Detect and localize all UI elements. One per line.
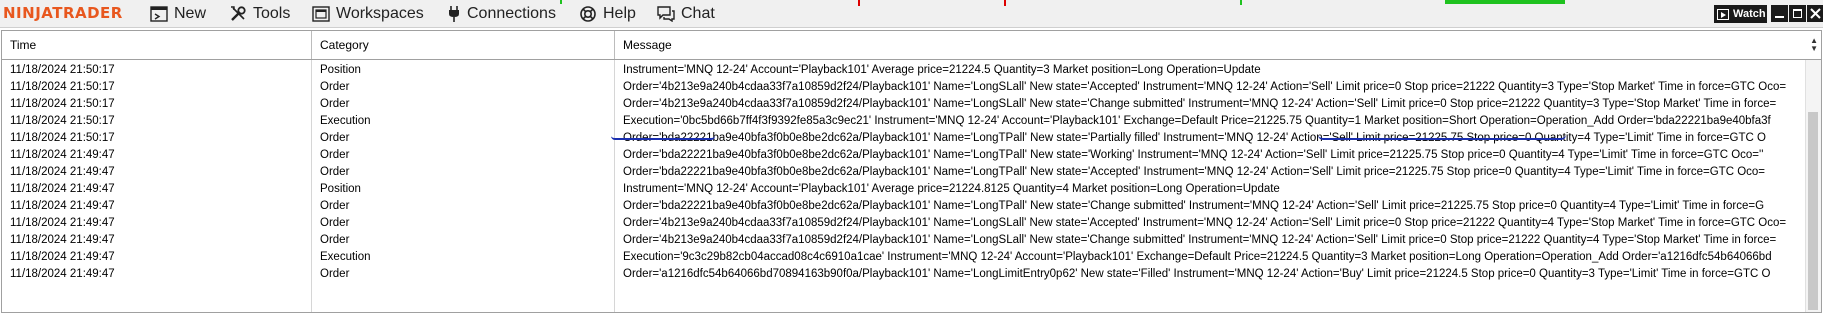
cell-category: Order	[320, 268, 350, 280]
menu-workspaces-label: Workspaces	[336, 5, 424, 22]
vertical-scrollbar[interactable]	[1805, 60, 1821, 312]
sort-arrows-icon[interactable]: ▲ ▼	[1810, 37, 1818, 53]
menu-new[interactable]: New	[150, 3, 206, 25]
column-header-category[interactable]: Category	[312, 31, 615, 59]
menu-tools-label: Tools	[253, 5, 291, 22]
cell-time: 11/18/2024 21:49:47	[10, 268, 115, 280]
ink-underline-annotation	[1318, 135, 1566, 140]
close-icon	[1810, 8, 1821, 19]
app-logo: NINJATRADER	[3, 4, 123, 22]
cell-message: Order='a1216dfc54b64066bd70894163b90f0a/…	[623, 268, 1771, 280]
menu-new-label: New	[174, 5, 207, 22]
new-window-icon	[150, 6, 168, 22]
scrollbar-thumb[interactable]	[1808, 112, 1818, 310]
menu-tools[interactable]: Tools	[229, 3, 290, 25]
background-chart-strip	[858, 0, 860, 6]
workspaces-icon	[312, 6, 330, 22]
play-icon	[1717, 8, 1729, 20]
close-button[interactable]	[1807, 5, 1823, 22]
maximize-button[interactable]	[1789, 5, 1806, 22]
plug-icon	[449, 6, 459, 22]
tools-icon	[231, 6, 246, 21]
menu-connections-label: Connections	[467, 5, 556, 22]
menu-help-label: Help	[603, 5, 636, 22]
chat-icon	[657, 6, 675, 22]
background-chart-strip	[1445, 0, 1565, 4]
log-grid: Time Category Message ▲ ▼ 11/18/2024 21:5…	[1, 30, 1822, 313]
menu-chat-label: Chat	[681, 5, 715, 22]
menu-connections[interactable]: Connections	[447, 3, 556, 25]
table-row[interactable]: 11/18/2024 21:49:47 Order Order='a1216dfc5…	[2, 264, 1805, 284]
watch-button[interactable]: Watch	[1714, 5, 1767, 23]
background-chart-strip	[1004, 0, 1006, 6]
grid-header: Time Category Message ▲ ▼	[2, 31, 1821, 60]
watch-label: Watch	[1733, 8, 1766, 20]
minimize-button[interactable]	[1771, 5, 1788, 22]
background-chart-strip	[1240, 0, 1242, 5]
column-header-message-label: Message	[623, 38, 672, 52]
log-rows: 11/18/2024 21:50:17 Position Instrument='M…	[2, 60, 1805, 312]
menu-chat[interactable]: Chat	[657, 3, 715, 25]
column-header-time[interactable]: Time	[2, 31, 312, 59]
column-header-message[interactable]: Message ▲ ▼	[615, 31, 1821, 59]
menu-workspaces[interactable]: Workspaces	[312, 3, 424, 25]
background-chart-strip	[560, 0, 562, 4]
lifebuoy-icon	[580, 6, 596, 22]
main-menu-bar: NINJATRADER New Tools Workspaces Connect…	[0, 0, 1823, 28]
ink-underline-annotation	[611, 136, 715, 140]
menu-help[interactable]: Help	[579, 3, 636, 25]
